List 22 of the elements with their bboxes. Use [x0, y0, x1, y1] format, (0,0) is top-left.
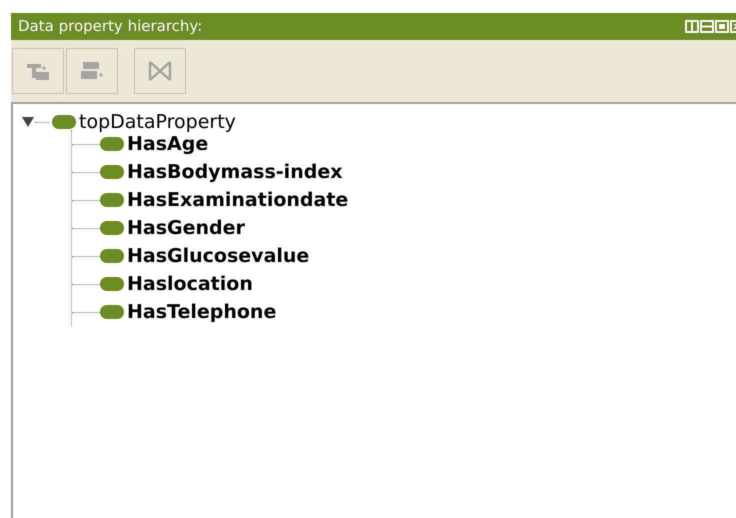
- panel-title: Data property hierarchy:: [18, 16, 202, 38]
- property-icon: [100, 193, 124, 207]
- property-icon: [100, 137, 124, 151]
- split-vertical-icon[interactable]: [685, 20, 699, 33]
- tree-item[interactable]: HasTelephone: [127, 302, 276, 322]
- property-icon: [100, 221, 124, 235]
- collapse-triangle-icon[interactable]: [21, 116, 35, 128]
- tree-item[interactable]: HasExaminationdate: [127, 190, 348, 210]
- tree-item[interactable]: HasBodymass-index: [127, 162, 342, 182]
- property-icon: [100, 305, 124, 319]
- property-icon: [100, 277, 124, 291]
- property-icon: [100, 165, 124, 179]
- tree-item[interactable]: HasAge: [127, 134, 208, 154]
- tree-item[interactable]: HasGender: [127, 218, 245, 238]
- tree-item[interactable]: topDataProperty: [79, 112, 236, 132]
- property-icon: [100, 249, 124, 263]
- tree-item[interactable]: Haslocation: [127, 274, 253, 294]
- maximize-icon[interactable]: [715, 20, 729, 33]
- delete-icon: [146, 58, 174, 84]
- property-icon: [52, 115, 76, 129]
- split-horizontal-icon[interactable]: [700, 20, 714, 33]
- tree-item[interactable]: HasGlucosevalue: [127, 246, 310, 266]
